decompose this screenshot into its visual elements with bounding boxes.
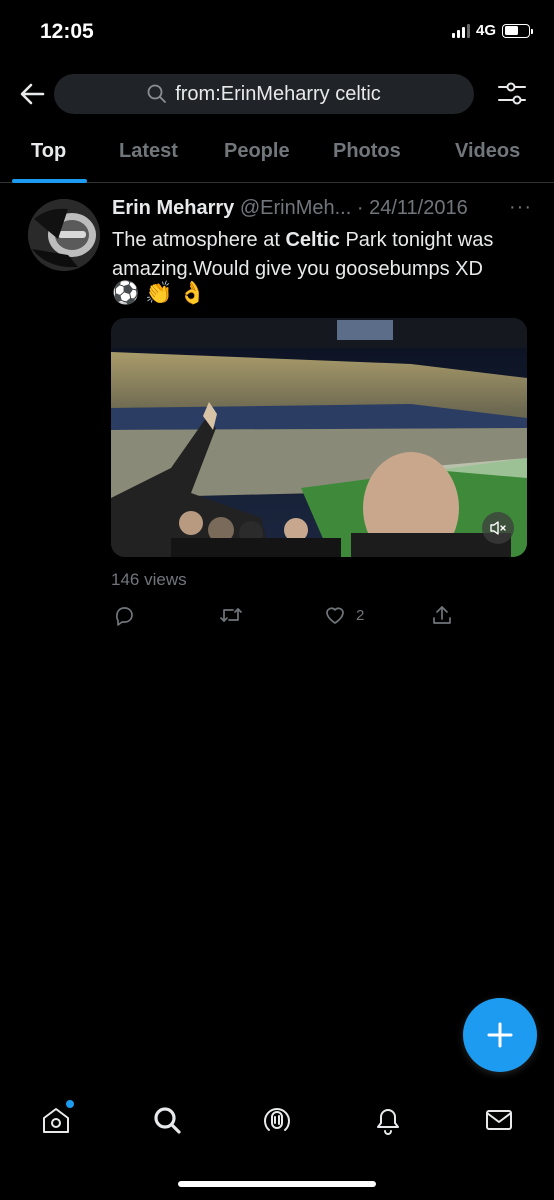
status-indicators: 4G [451, 22, 533, 39]
ok-hand-emoji: 👌 [178, 280, 207, 305]
author-name[interactable]: Erin Meharry [112, 197, 234, 219]
tweet-text-bold: Celtic [285, 229, 340, 251]
tab-people[interactable]: People [224, 140, 290, 163]
search-icon [147, 84, 167, 103]
more-options-button[interactable]: ··· [509, 196, 532, 219]
mute-icon [490, 521, 506, 535]
clapping-hands-emoji: 👏 [145, 280, 173, 305]
search-tabs: Top Latest People Photos Videos [0, 128, 554, 183]
tab-top[interactable]: Top [31, 140, 66, 163]
bell-icon [377, 1109, 399, 1135]
tweet-header: Erin Meharry @ErinMeh... · 24/11/2016 [112, 197, 534, 220]
signal-icon [451, 23, 470, 38]
tweet-emojis: ⚽ 👏 👌 [112, 280, 206, 306]
view-count: 146 views [111, 570, 187, 589]
search-input[interactable]: from:ErinMeharry celtic [54, 74, 474, 114]
soccer-ball-emoji: ⚽ [112, 280, 140, 305]
tweet-date[interactable]: 24/11/2016 [369, 197, 468, 219]
search-icon [154, 1107, 181, 1134]
plus-icon [487, 1022, 513, 1048]
active-tab-indicator [12, 179, 87, 183]
nav-search[interactable] [151, 1104, 183, 1136]
like-count: 2 [356, 606, 365, 624]
bottom-navigation [0, 1090, 554, 1160]
mail-icon [486, 1110, 512, 1130]
tab-photos[interactable]: Photos [333, 140, 401, 163]
notification-dot [66, 1100, 74, 1108]
nav-spaces[interactable] [261, 1104, 293, 1136]
meta-separator: · [356, 197, 364, 219]
tweet-text-part: The atmosphere at [112, 229, 286, 251]
heart-icon [326, 607, 344, 624]
spaces-icon [264, 1108, 290, 1131]
status-time: 12:05 [40, 20, 94, 43]
nav-home[interactable] [40, 1100, 74, 1136]
avatar[interactable] [28, 199, 100, 271]
search-filter-button[interactable] [496, 78, 528, 110]
tweet[interactable]: Erin Meharry @ErinMeh... · 24/11/2016 ··… [0, 184, 554, 644]
home-indicator[interactable] [178, 1181, 376, 1187]
sliders-icon [498, 82, 526, 105]
author-handle[interactable]: @ErinMeh... [240, 197, 351, 219]
share-icon [433, 606, 451, 624]
stadium-crowd-image [111, 318, 527, 557]
retweet-icon [220, 608, 242, 622]
mute-button[interactable] [482, 512, 514, 544]
tab-videos[interactable]: Videos [455, 140, 520, 163]
reply-icon [115, 607, 133, 626]
network-label: 4G [475, 22, 496, 39]
tweet-video[interactable] [111, 318, 527, 557]
battery-icon [502, 23, 533, 38]
status-bar: 12:05 4G [0, 0, 554, 62]
home-icon [43, 1108, 69, 1133]
tweet-text: The atmosphere at Celtic Park tonight wa… [112, 226, 532, 284]
tweet-actions: 2 [111, 604, 491, 628]
nav-notifications[interactable] [372, 1104, 404, 1136]
retweet-button[interactable] [219, 604, 243, 626]
back-button[interactable] [18, 80, 46, 108]
search-query: from:ErinMeharry celtic [175, 82, 381, 105]
reply-button[interactable] [113, 604, 135, 626]
search-header: from:ErinMeharry celtic [0, 72, 554, 116]
share-button[interactable] [431, 604, 453, 626]
arrow-left-icon [20, 83, 45, 105]
avatar-image [28, 199, 100, 271]
compose-tweet-button[interactable] [463, 998, 537, 1072]
like-button[interactable]: 2 [324, 604, 364, 626]
tab-latest[interactable]: Latest [119, 140, 178, 163]
nav-messages[interactable] [483, 1104, 515, 1136]
